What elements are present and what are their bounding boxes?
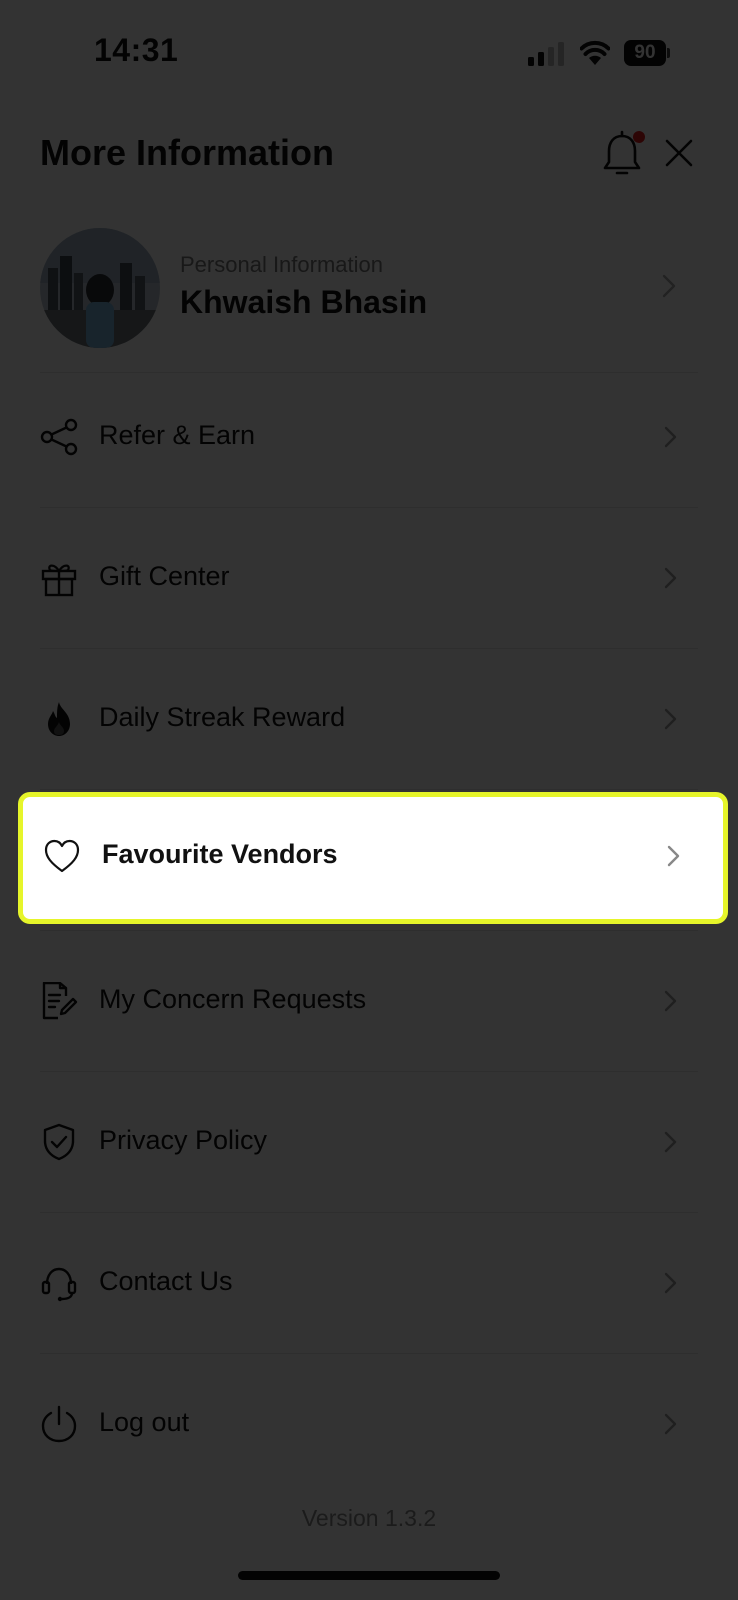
power-icon <box>41 1405 77 1443</box>
menu-item-label: Refer & Earn <box>99 420 256 450</box>
close-icon[interactable] <box>664 138 694 168</box>
menu-item-label: Favourite Vendors <box>102 839 338 869</box>
shield-check-icon <box>43 1123 75 1161</box>
menu-item-label: Gift Center <box>99 561 230 591</box>
profile-caption: Personal Information <box>180 252 383 277</box>
chevron-right-icon <box>664 567 677 589</box>
battery-level: 90 <box>624 40 666 66</box>
menu-item-label: Privacy Policy <box>99 1125 268 1155</box>
signal-icon <box>528 42 564 66</box>
status-time: 14:31 <box>94 32 179 68</box>
chevron-right-icon <box>664 708 677 730</box>
chevron-right-icon <box>667 845 680 867</box>
menu-item-gift-center[interactable]: Gift Center <box>20 518 720 638</box>
gift-icon <box>41 564 77 597</box>
headset-icon <box>41 1267 77 1302</box>
divider <box>40 930 698 931</box>
menu-item-label: My Concern Requests <box>99 984 367 1014</box>
menu-item-label: Contact Us <box>99 1266 233 1296</box>
chevron-right-icon <box>664 1413 677 1435</box>
menu-item-privacy-policy[interactable]: Privacy Policy <box>20 1082 720 1202</box>
chevron-right-icon <box>664 1272 677 1294</box>
notification-dot <box>633 131 645 143</box>
document-edit-icon <box>42 982 78 1020</box>
profile-name: Khwaish Bhasin <box>180 284 428 320</box>
app-version: Version 1.3.2 <box>301 1505 437 1531</box>
avatar <box>40 228 160 348</box>
menu-item-label: Daily Streak Reward <box>99 702 346 732</box>
menu-item-label: Log out <box>99 1407 190 1437</box>
menu-item-contact-us[interactable]: Contact Us <box>20 1223 720 1343</box>
menu-item-daily-streak[interactable]: Daily Streak Reward <box>20 659 720 779</box>
chevron-right-icon <box>664 426 677 448</box>
page-title: More Information <box>40 132 334 173</box>
profile-row[interactable]: Personal Information Khwaish Bhasin <box>40 228 698 348</box>
chevron-right-icon <box>664 990 677 1012</box>
divider <box>40 1212 698 1213</box>
chevron-right-icon <box>662 274 676 298</box>
menu-item-refer-earn[interactable]: Refer & Earn <box>20 377 720 497</box>
heart-icon <box>44 839 80 873</box>
share-icon <box>40 418 78 456</box>
divider <box>40 1353 698 1354</box>
flame-icon <box>48 702 70 736</box>
menu-item-favourite-vendors[interactable]: Favourite Vendors <box>18 792 728 924</box>
divider <box>40 789 698 790</box>
home-indicator <box>238 1571 500 1580</box>
divider <box>40 507 698 508</box>
menu-item-log-out[interactable]: Log out <box>20 1364 720 1484</box>
wifi-icon <box>580 40 610 65</box>
chevron-right-icon <box>664 1131 677 1153</box>
divider <box>40 648 698 649</box>
divider <box>40 372 698 373</box>
divider <box>40 1071 698 1072</box>
menu-item-concern-requests[interactable]: My Concern Requests <box>20 941 720 1061</box>
battery-icon: 90 <box>624 40 670 68</box>
